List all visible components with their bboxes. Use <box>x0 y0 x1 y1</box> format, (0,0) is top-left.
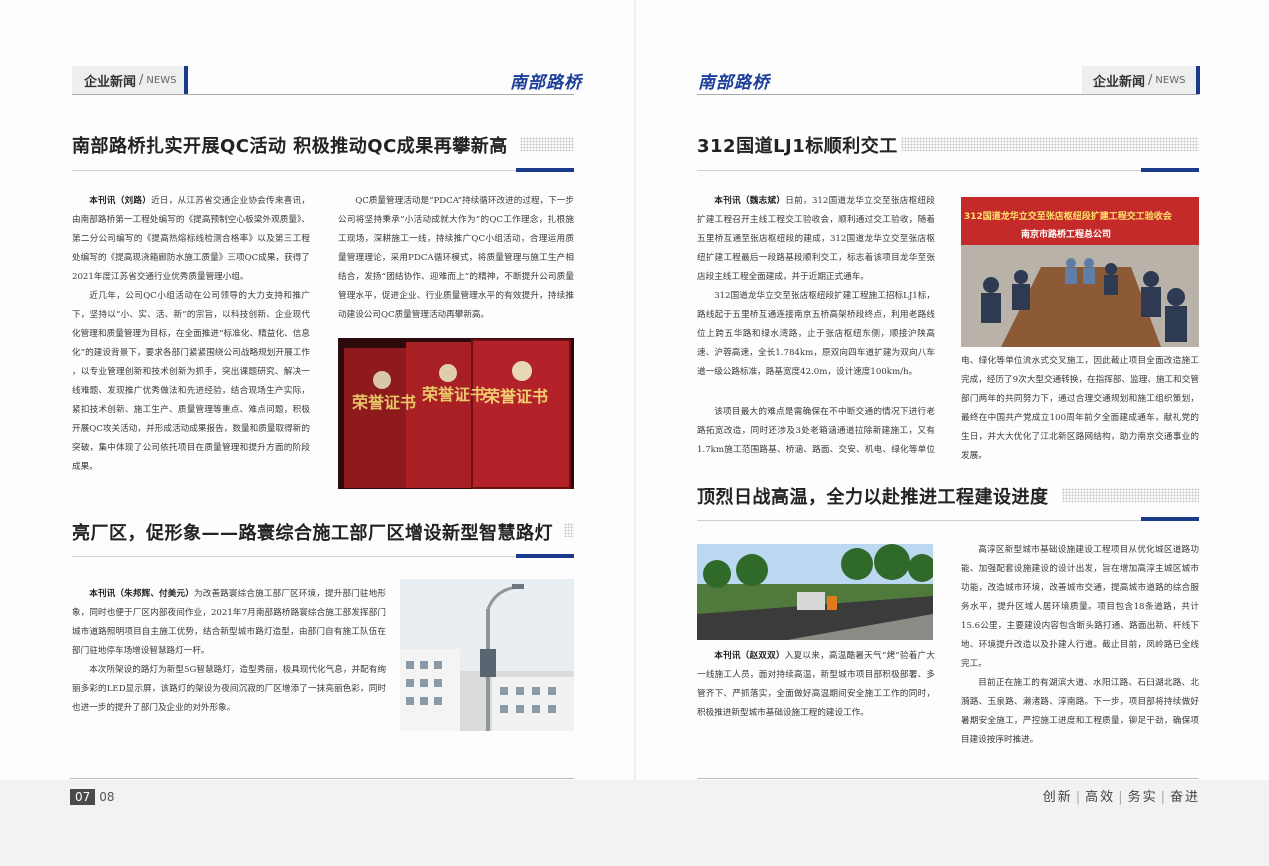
title-accent-bar <box>1141 168 1199 172</box>
road-construction-photo <box>697 544 933 640</box>
page-numbers: 07 08 <box>70 789 119 805</box>
article-3-column-1: 本刊讯（魏志斌）日前，312国道龙华立交至张店枢纽段扩建工程召开主线工程交工验收… <box>697 192 935 382</box>
section-tab-separator: / <box>139 72 144 88</box>
brand-logo-right: 南部路桥 <box>698 73 770 93</box>
section-tab-accent <box>184 66 188 94</box>
article-1-paragraph-2: 近几年，公司QC小组活动在公司领导的大力支持和推广下，坚持以“小、实、活、新”的… <box>72 291 310 472</box>
section-tab-en: NEWS <box>146 74 177 86</box>
article-3-paragraph-3-continued: 电、绿化等单位流水式交叉施工，因此截止项目全面改造施工完成，经历了9次大型交通转… <box>961 356 1199 461</box>
article-1-paragraph-1: 近日，从江苏省交通企业协会传来喜讯，由南部路桥第一工程处编写的《提高预制空心板梁… <box>72 196 310 282</box>
street-light-photo <box>400 579 574 731</box>
article-3-column-2: 电、绿化等单位流水式交叉施工，因此截止项目全面改造施工完成，经历了9次大型交通转… <box>961 352 1199 462</box>
meeting-illustration: 312国道龙华立交至张店枢纽段扩建工程交工验收会 南京市路桥工程总公司 <box>961 197 1199 347</box>
article-1-title: 南部路桥扎实开展QC活动 积极推动QC成果再攀新高 <box>72 136 508 157</box>
article-1-column-2: QC质量管理活动是“PDCA”持续循环改进的过程，下一步公司将坚持秉承“小活动成… <box>338 192 574 325</box>
title-rule <box>697 520 1141 521</box>
article-4-column-2: 高淳区新型城市基础设施建设工程项目从优化城区道路功能、加强配套设施建设的设计出发… <box>961 541 1199 750</box>
article-3-paragraph-2: 312国道龙华立交至张店枢纽段扩建工程施工招标LJ1标，路线起于五里桥互通连接南… <box>697 291 935 377</box>
title-dot-pattern <box>564 523 574 537</box>
section-tab-left: 企业新闻 / NEWS <box>72 66 184 94</box>
article-2-body: 本刊讯（朱邦辉、付美元）为改善路寰综合施工部厂区环境，提升部门驻地形象，同时也便… <box>72 585 386 718</box>
certificates-photo: 荣誉证书 荣誉证书 荣誉证书 <box>338 338 574 489</box>
meeting-banner-text: 312国道龙华立交至张店枢纽段扩建工程交工验收会 <box>964 210 1173 222</box>
article-1-byline: 本刊讯（刘路） <box>89 196 152 206</box>
article-3-column-1b: 该项目最大的难点是需确保在不中断交通的情况下进行老路拓宽改造，同时还涉及3处老箱… <box>697 403 935 461</box>
certificate-text-3: 荣誉证书 <box>483 387 548 406</box>
article-1-column-1: 本刊讯（刘路）近日，从江苏省交通企业协会传来喜讯，由南部路桥第一工程处编写的《提… <box>72 192 310 477</box>
article-4-column-1: 本刊讯（赵双双）入夏以来，高温酷暑天气“烤”验着广大一线施工人员，面对持续高温，… <box>697 647 935 723</box>
section-tab-accent <box>1196 66 1200 94</box>
article-4-paragraph-2: 高淳区新型城市基础设施建设工程项目从优化城区道路功能、加强配套设施建设的设计出发… <box>961 545 1199 669</box>
section-tab-label: 企业新闻 <box>1093 74 1146 90</box>
article-2-title: 亮厂区，促形象——路寰综合施工部厂区增设新型智慧路灯 <box>72 523 553 544</box>
title-rule <box>72 170 516 171</box>
article-3-paragraph-3: 该项目最大的难点是需确保在不中断交通的情况下进行老路拓宽改造，同时还涉及3处老箱… <box>697 407 935 455</box>
title-accent-bar <box>516 554 574 558</box>
title-dot-pattern <box>1062 488 1199 502</box>
page-number-left: 07 <box>70 789 96 805</box>
brand-logo-left: 南部路桥 <box>510 73 582 93</box>
title-dot-pattern <box>520 137 574 151</box>
page-spine <box>634 0 636 866</box>
article-4-paragraph-1: 入夏以来，高温酷暑天气“烤”验着广大一线施工人员，面对持续高温，新型城市项目部积… <box>697 651 935 718</box>
title-rule <box>697 170 1141 171</box>
article-2-byline: 本刊讯（朱邦辉、付美元） <box>89 589 194 599</box>
article-4-title: 顶烈日战高温，全力以赴推进工程建设进度 <box>697 487 1049 508</box>
article-1-paragraph-3: QC质量管理活动是“PDCA”持续循环改进的过程，下一步公司将坚持秉承“小活动成… <box>338 196 574 320</box>
title-dot-pattern <box>901 137 1199 151</box>
road-construction-illustration <box>697 544 933 640</box>
article-3-title: 312国道LJ1标顺利交工 <box>697 136 898 157</box>
article-2-paragraph-2: 本次所架设的路灯为新型5G智慧路灯，造型秀丽，极具现代化气息，并配有绚丽多彩的L… <box>72 665 386 713</box>
header-rule-left <box>72 94 574 95</box>
street-light-illustration <box>400 579 574 731</box>
article-3-paragraph-1: 日前，312国道龙华立交至张店枢纽段扩建工程召开主线工程交工验收会，顺利通过交工… <box>697 196 935 282</box>
slogan-word-1: 创新 <box>1042 790 1073 805</box>
meeting-sign-text: 南京市路桥工程总公司 <box>1021 228 1111 240</box>
certificates-illustration: 荣誉证书 荣誉证书 荣誉证书 <box>338 338 574 489</box>
slogan-word-2: 高效 <box>1085 790 1116 805</box>
title-accent-bar <box>516 168 574 172</box>
footer-slogan: 创新 | 高效 | 务实 | 奋进 <box>1043 786 1200 805</box>
section-tab-en: NEWS <box>1155 74 1186 86</box>
article-2-paragraph-1: 为改善路寰综合施工部厂区环境，提升部门驻地形象，同时也便于厂区内部夜间作业，20… <box>72 589 386 656</box>
certificate-text-1: 荣誉证书 <box>351 393 416 412</box>
page-number-right: 08 <box>99 790 115 804</box>
slogan-word-3: 务实 <box>1127 790 1158 805</box>
title-rule <box>72 556 516 557</box>
slogan-separator: | <box>1160 790 1167 805</box>
certificate-text-2: 荣誉证书 <box>421 385 486 404</box>
meeting-photo: 312国道龙华立交至张店枢纽段扩建工程交工验收会 南京市路桥工程总公司 <box>961 197 1199 347</box>
slogan-separator: | <box>1118 790 1125 805</box>
article-4-byline: 本刊讯（赵双双） <box>714 651 785 661</box>
section-tab-label: 企业新闻 <box>84 74 137 90</box>
slogan-word-4: 奋进 <box>1169 790 1200 805</box>
article-3-byline: 本刊讯（魏志斌） <box>714 196 786 206</box>
section-tab-separator: / <box>1148 72 1153 88</box>
header-rule-right <box>697 94 1199 95</box>
article-4-paragraph-3: 目前正在施工的有湖滨大道、水阳江路、石臼湖北路、北漪路、玉泉路、濑渚路、淳南路。… <box>961 678 1199 745</box>
section-tab-right: 企业新闻 / NEWS <box>1082 66 1196 94</box>
slogan-separator: | <box>1075 790 1083 805</box>
footer-rule-right <box>697 778 1199 779</box>
footer-rule-left <box>70 778 574 779</box>
title-accent-bar <box>1141 517 1199 521</box>
